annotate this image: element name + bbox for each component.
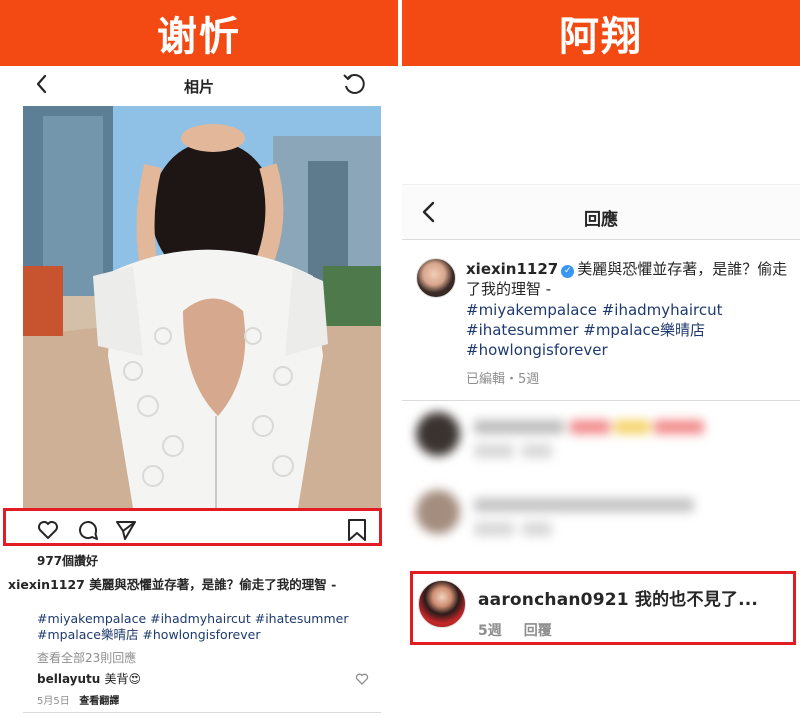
right-hashtags: #miyakempalace #ihadmyhaircut #ihatesumm… bbox=[466, 300, 796, 360]
right-header: 回應 bbox=[402, 184, 800, 240]
bottom-divider bbox=[23, 712, 381, 713]
left-page-title: 相片 bbox=[183, 78, 214, 96]
refresh-icon[interactable] bbox=[340, 70, 368, 98]
blurred-comment-1 bbox=[412, 408, 800, 464]
blurred-text bbox=[474, 522, 514, 536]
right-banner-label: 阿翔 bbox=[559, 14, 643, 60]
blurred-text bbox=[570, 420, 610, 434]
hashtags-line-2[interactable]: #ihatesummer #mpalace樂晴店 bbox=[466, 320, 796, 340]
blurred-text bbox=[474, 498, 694, 512]
likes-count[interactable]: 977個讚好 bbox=[37, 552, 98, 569]
caption-username[interactable]: xiexin1127 bbox=[8, 577, 85, 592]
caption-divider bbox=[402, 400, 800, 401]
translate-link[interactable]: 查看翻譯 bbox=[79, 696, 119, 707]
blurred-text bbox=[522, 522, 552, 536]
blurred-text bbox=[522, 444, 552, 458]
caption-username[interactable]: xiexin1127 bbox=[466, 260, 558, 278]
hashtags-line-1[interactable]: #miyakempalace #ihadmyhaircut #ihatesumm… bbox=[37, 611, 382, 627]
comment-date: 5月5日 bbox=[37, 696, 70, 707]
view-all-comments-link[interactable]: 查看全部23則回應 bbox=[37, 649, 136, 666]
hashtags-line-3[interactable]: #howlongisforever bbox=[466, 340, 796, 360]
comment-username[interactable]: bellayutu bbox=[37, 672, 100, 686]
blurred-avatar bbox=[416, 412, 460, 456]
hashtags-line-1[interactable]: #miyakempalace #ihadmyhaircut bbox=[466, 300, 796, 320]
blurred-comment-2 bbox=[412, 486, 800, 542]
left-hashtags: #miyakempalace #ihadmyhaircut #ihatesumm… bbox=[37, 611, 382, 643]
avatar[interactable] bbox=[416, 258, 456, 298]
right-top-space bbox=[402, 66, 800, 184]
comment-like-heart-icon[interactable] bbox=[355, 672, 369, 686]
caption-meta: 已編輯・5週 bbox=[466, 372, 540, 387]
caption-text: 美麗與恐懼並存著，是誰？偷走了我的理智 - bbox=[89, 577, 337, 592]
blurred-text bbox=[654, 420, 704, 434]
right-page-title: 回應 bbox=[584, 210, 618, 230]
left-caption: xiexin1127 美麗與恐懼並存著，是誰？偷走了我的理智 - bbox=[8, 576, 382, 593]
photo-illustration bbox=[23, 106, 381, 508]
blurred-text bbox=[474, 420, 564, 434]
blurred-text bbox=[614, 420, 650, 434]
right-banner: 阿翔 bbox=[402, 0, 800, 66]
left-banner-label: 谢忻 bbox=[157, 14, 241, 60]
blurred-text bbox=[474, 444, 514, 458]
left-post-screen: 相片 977個讚好 xiexin1127 美麗與恐懼並存著，是誰？偷走了我的理智… bbox=[0, 66, 398, 718]
right-caption: xiexin1127 ✓ 美麗與恐懼並存著，是誰？偷走了我的理智 - bbox=[466, 259, 800, 299]
right-highlight-box bbox=[410, 571, 796, 645]
blurred-avatar bbox=[416, 490, 460, 534]
left-header: 相片 bbox=[0, 66, 398, 102]
hashtags-line-2[interactable]: #mpalace樂晴店 #howlongisforever bbox=[37, 627, 382, 643]
comment-text: 美背😍 bbox=[104, 672, 142, 686]
left-banner: 谢忻 bbox=[0, 0, 398, 66]
left-highlight-box bbox=[3, 508, 382, 546]
comment-row: bellayutu 美背😍 bbox=[37, 670, 141, 687]
post-photo[interactable] bbox=[23, 106, 381, 508]
comment-meta: 5月5日 查看翻譯 bbox=[37, 692, 119, 707]
verified-badge-icon: ✓ bbox=[561, 265, 575, 278]
